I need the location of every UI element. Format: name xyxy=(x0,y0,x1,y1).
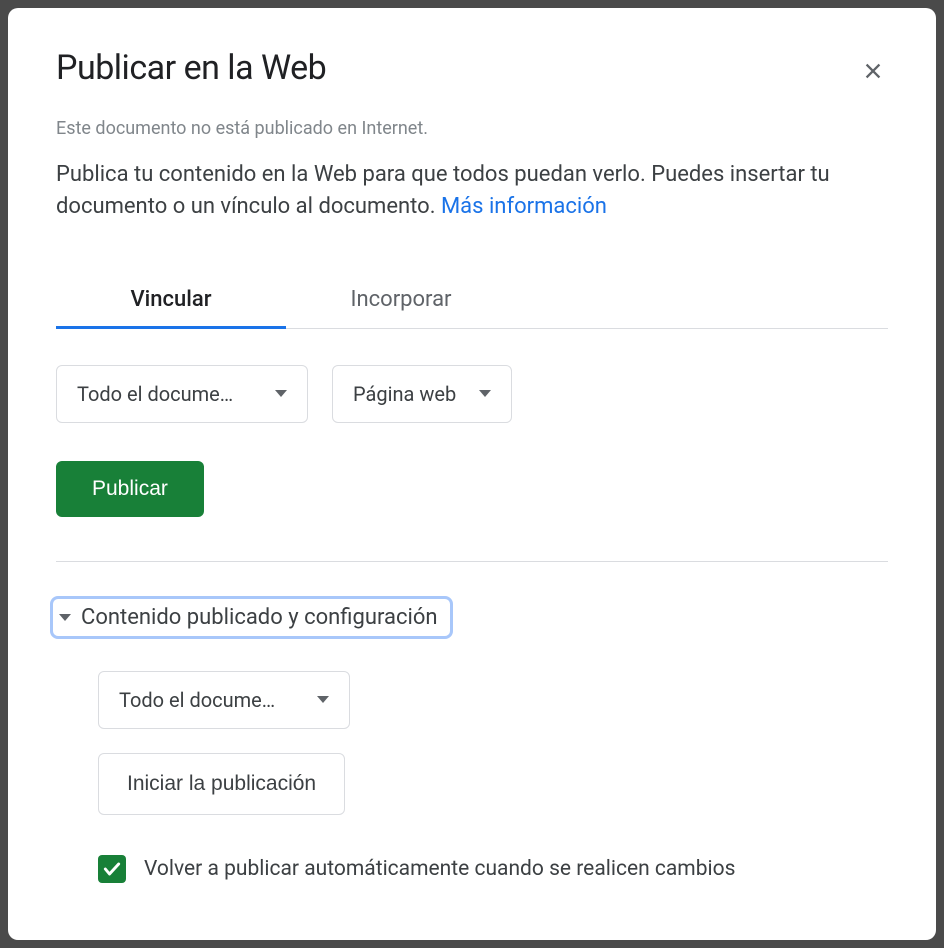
tab-link[interactable]: Vincular xyxy=(56,273,286,329)
close-icon xyxy=(862,60,884,82)
publish-button[interactable]: Publicar xyxy=(56,461,204,517)
format-select-label: Página web xyxy=(353,382,456,406)
settings-content: Todo el docume… Iniciar la publicación V… xyxy=(56,671,888,883)
publish-status: Este documento no está publicado en Inte… xyxy=(56,118,888,139)
scope-select-label: Todo el docume… xyxy=(77,382,233,406)
caret-down-icon xyxy=(59,614,71,621)
checkmark-icon xyxy=(102,859,122,879)
publish-dialog: Publicar en la Web Este documento no est… xyxy=(8,8,936,940)
caret-down-icon xyxy=(275,390,287,397)
format-select[interactable]: Página web xyxy=(332,365,512,423)
auto-republish-label: Volver a publicar automáticamente cuando… xyxy=(144,857,735,881)
caret-down-icon xyxy=(479,390,491,397)
settings-toggle[interactable]: Contenido publicado y configuración xyxy=(50,596,453,639)
auto-republish-row: Volver a publicar automáticamente cuando… xyxy=(98,855,888,883)
dialog-title: Publicar en la Web xyxy=(56,48,326,88)
start-publishing-button[interactable]: Iniciar la publicación xyxy=(98,753,345,815)
learn-more-link[interactable]: Más información xyxy=(441,194,607,219)
dialog-header: Publicar en la Web xyxy=(56,48,888,90)
caret-down-icon xyxy=(317,696,329,703)
tabs: Vincular Incorporar xyxy=(56,273,888,329)
divider xyxy=(56,561,888,562)
tab-embed[interactable]: Incorporar xyxy=(286,273,516,329)
dialog-description: Publica tu contenido en la Web para que … xyxy=(56,159,888,223)
selects-row: Todo el docume… Página web xyxy=(56,365,888,423)
settings-toggle-label: Contenido publicado y configuración xyxy=(81,605,438,630)
settings-scope-label: Todo el docume… xyxy=(119,688,275,712)
settings-scope-select[interactable]: Todo el docume… xyxy=(98,671,350,729)
close-button[interactable] xyxy=(858,56,888,90)
scope-select[interactable]: Todo el docume… xyxy=(56,365,308,423)
auto-republish-checkbox[interactable] xyxy=(98,855,126,883)
